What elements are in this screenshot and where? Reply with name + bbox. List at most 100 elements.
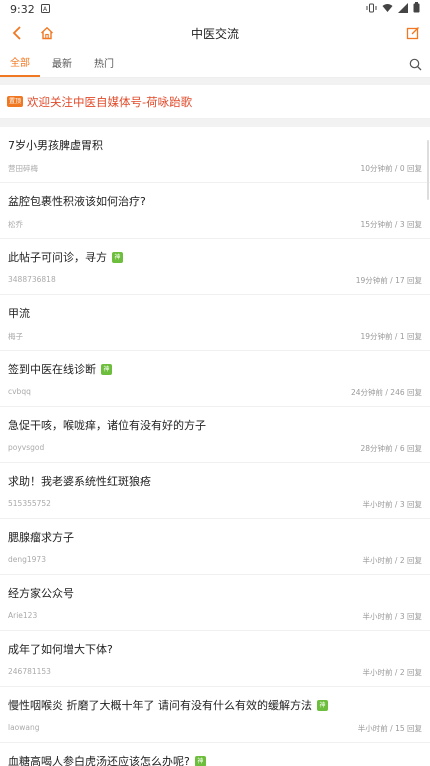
post-title-row: 经方家公众号 [8,585,422,601]
post-time: 15分钟前 [360,220,393,229]
post-time: 28分钟前 [360,444,393,453]
post-author: 梅子 [8,332,23,341]
meta-separator: / [392,500,400,509]
post-meta: 营田碎梅 10分钟前 / 0 回复 [8,163,422,174]
post-meta: cvbqq 24分钟前 / 246 回复 [8,387,422,398]
post-title: 甲流 [8,307,30,320]
post-meta: 515355752 半小时前 / 3 回复 [8,499,422,510]
post-replies: 15 回复 [395,724,422,733]
post-replies: 1 回复 [399,332,422,341]
post-stats: 10分钟前 / 0 回复 [361,163,423,174]
post-author: 515355752 [8,499,51,508]
tab-latest[interactable]: 最新 [42,48,82,77]
post-title-row: 7岁小男孩脾虚胃积 [8,137,422,153]
pinned-badge: 置顶 [7,96,24,107]
post-title-row: 慢性咽喉炎 折磨了大概十年了 请问有没有什么有效的缓解方法神 [8,697,422,713]
post-title: 经方家公众号 [8,587,74,600]
post-time: 半小时前 [362,612,393,621]
post-item[interactable]: 经方家公众号 Arie123 半小时前 / 3 回复 [0,575,430,631]
essence-badge: 神 [112,251,123,263]
post-stats: 15分钟前 / 3 回复 [361,219,423,230]
post-stats: 半小时前 / 2 回复 [363,667,422,678]
compose-icon[interactable] [404,24,422,42]
pinned-announcement[interactable]: 置顶 欢迎关注中医自媒体号-荷咏跆歌 [0,85,430,119]
post-author: 246781153 [8,667,51,676]
meta-separator: / [387,276,396,285]
essence-badge: 神 [101,363,112,375]
page-title: 中医交流 [190,26,239,41]
post-item[interactable]: 成年了如何增大下体? 246781153 半小时前 / 2 回复 [0,631,430,687]
post-author: poyvsgod [8,443,45,452]
search-icon[interactable] [409,56,422,75]
notification-a-icon: A [40,3,50,16]
post-item[interactable]: 签到中医在线诊断神 cvbqq 24分钟前 / 246 回复 [0,351,430,407]
battery-icon [413,2,420,16]
post-author: 3488736818 [8,275,56,284]
wifi-icon [382,3,393,16]
post-item[interactable]: 此帖子可问诊，寻方神 3488736818 19分钟前 / 17 回复 [0,239,430,295]
post-replies: 0 回复 [399,164,422,173]
scrollbar[interactable] [427,140,429,200]
post-title: 盆腔包裹性积液该如何治疗? [8,195,146,208]
meta-separator: / [392,556,400,565]
cell-signal-icon [398,2,408,16]
post-author: 营田碎梅 [8,164,38,173]
post-meta: Arie123 半小时前 / 3 回复 [8,611,422,622]
post-title-row: 甲流 [8,305,422,321]
post-author: deng1973 [8,555,46,564]
post-meta: 3488736818 19分钟前 / 17 回复 [8,275,422,286]
post-item[interactable]: 甲流梅子 19分钟前 / 1 回复 [0,295,430,351]
meta-separator: / [387,724,396,733]
post-title-row: 此帖子可问诊，寻方神 [8,249,422,265]
post-meta: 松乔 15分钟前 / 3 回复 [8,219,422,230]
post-item[interactable]: 求助！我老婆系统性红斑狼疮 515355752 半小时前 / 3 回复 [0,463,430,519]
home-icon[interactable] [38,24,56,42]
post-title-row: 盆腔包裹性积液该如何治疗? [8,193,422,209]
post-meta: 246781153 半小时前 / 2 回复 [8,667,422,678]
tab-hot[interactable]: 热门 [84,48,124,77]
post-title: 血糖高喝人参白虎汤还应该怎么办呢? [8,755,190,766]
section-gap [0,78,430,85]
post-title: 慢性咽喉炎 折磨了大概十年了 请问有没有什么有效的缓解方法 [8,699,312,712]
meta-separator: / [392,612,400,621]
post-stats: 28分钟前 / 6 回复 [361,443,423,454]
post-item[interactable]: 急促干咳，喉咙痒，诸位有没有好的方子 poyvsgod 28分钟前 / 6 回复 [0,407,430,463]
essence-badge: 神 [194,755,206,766]
post-time: 24分钟前 [350,388,383,397]
status-time: 9:32 [10,2,35,16]
post-time: 19分钟前 [360,332,393,341]
post-time: 半小时前 [362,556,393,565]
post-title-row: 成年了如何增大下体? [8,641,422,657]
post-replies: 17 回复 [395,276,422,285]
meta-separator: / [392,332,400,341]
status-bar: 9:32 A [0,0,430,18]
post-item[interactable]: 慢性咽喉炎 折磨了大概十年了 请问有没有什么有效的缓解方法神 laowang 半小时… [0,687,430,743]
tab-all[interactable]: 全部 [0,48,40,77]
post-replies: 6 回复 [399,444,422,453]
post-title-row: 签到中医在线诊断神 [8,361,422,377]
meta-separator: / [392,220,400,229]
post-item[interactable]: 血糖高喝人参白虎汤还应该怎么办呢? 神 [0,743,430,766]
post-time: 19分钟前 [355,276,388,285]
post-meta: poyvsgod 28分钟前 / 6 回复 [8,443,422,454]
post-time: 半小时前 [362,668,393,677]
post-stats: 半小时前 / 15 回复 [358,723,422,734]
post-replies: 246 回复 [390,388,422,397]
post-item[interactable]: 盆腔包裹性积液该如何治疗? 松乔 15分钟前 / 3 回复 [0,183,430,239]
post-replies: 2 回复 [399,556,422,565]
post-item[interactable]: 腮腺瘤求方子 deng1973 半小时前 / 2 回复 [0,519,430,575]
essence-badge: 神 [317,699,328,711]
post-stats: 半小时前 / 3 回复 [363,499,422,510]
meta-separator: / [392,444,400,453]
post-item[interactable]: 7岁小男孩脾虚胃积营田碎梅 10分钟前 / 0 回复 [0,127,430,183]
post-time: 10分钟前 [360,164,393,173]
post-replies: 3 回复 [399,500,422,509]
post-author: 松乔 [8,220,23,229]
post-title-row: 腮腺瘤求方子 [8,529,422,545]
post-meta: laowang 半小时前 / 15 回复 [8,723,422,734]
announcement-text: 欢迎关注中医自媒体号-荷咏跆歌 [27,94,193,109]
back-icon[interactable] [8,24,26,42]
post-title: 成年了如何增大下体? [8,643,113,656]
post-author: Arie123 [8,611,38,620]
post-replies: 3 回复 [399,612,422,621]
